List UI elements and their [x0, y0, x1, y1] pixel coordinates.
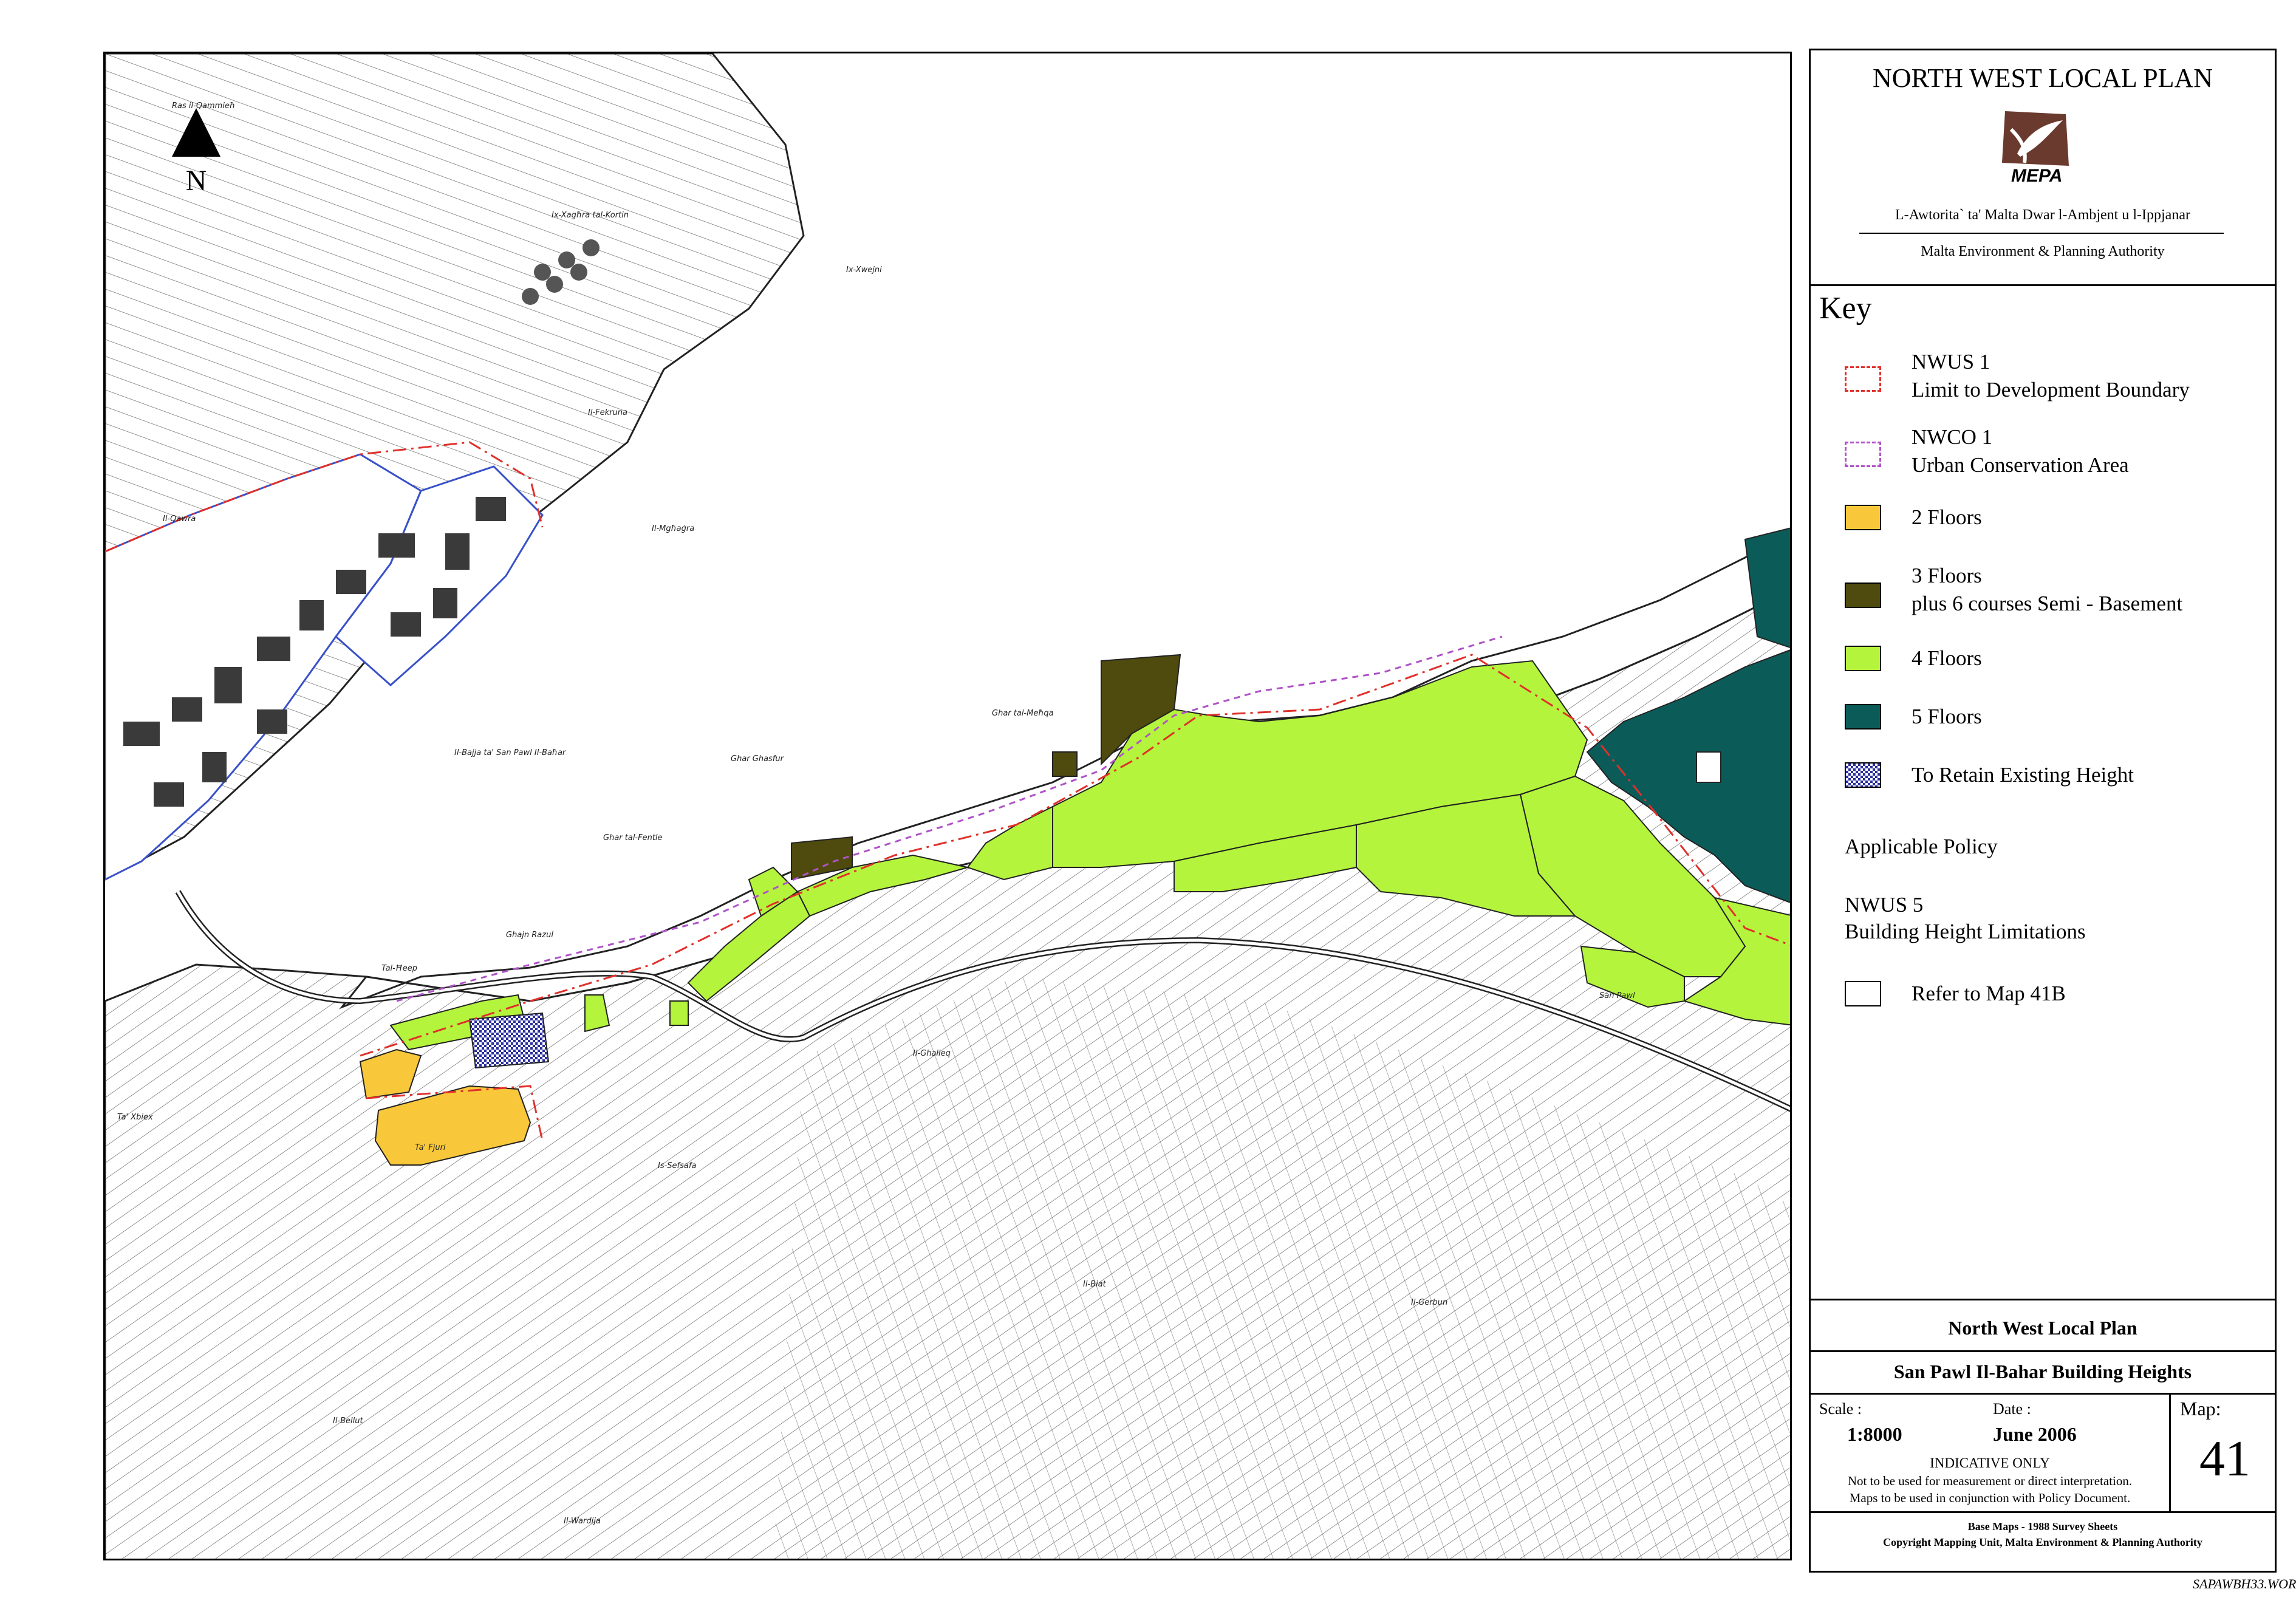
drawing-reference: SAPAWBH33.WOR: [2193, 1576, 2296, 1591]
place-label: Il-Fekruna: [588, 408, 627, 417]
measurement-note: Not to be used for measurement or direct…: [1847, 1474, 2133, 1488]
key-code: NWCO 1: [1912, 425, 1993, 449]
north-label: N: [186, 165, 207, 197]
key-label: Limit to Development Boundary: [1912, 378, 2190, 401]
place-label: Il-Qawra: [163, 514, 196, 524]
place-label: Ghar tal-Fentle: [603, 833, 663, 842]
refer-label: Refer to Map 41B: [1912, 982, 2066, 1005]
date-value: June 2006: [1993, 1423, 2077, 1445]
place-label: Ix-Xagħra tal-Kortin: [552, 211, 629, 220]
three-floors-swatch: [1845, 583, 1881, 608]
boundary-swatch: [1845, 366, 1881, 392]
authority-english: Malta Environment & Planning Authority: [1921, 244, 2165, 259]
key-code: 3 Floors: [1912, 564, 1982, 587]
divider: [1811, 1350, 2275, 1352]
map-number: 41: [2199, 1430, 2250, 1487]
two-floors-swatch: [1845, 505, 1881, 530]
place-label: Il-Wardija: [564, 1517, 601, 1526]
place-label: Il-Gerbun: [1411, 1298, 1447, 1307]
place-label: Il-Bellut: [333, 1416, 364, 1426]
five-floors-swatch: [1845, 704, 1881, 729]
retain-height-swatch: [1845, 762, 1881, 788]
policy-code: NWUS 5: [1845, 893, 1924, 917]
place-label: Ta' Xbiex: [117, 1113, 153, 1122]
place-label: Tal-Ħeep: [381, 964, 417, 973]
place-label: Ta' Fjuri: [415, 1143, 446, 1152]
policy-document-note: Maps to be used in conjunction with Poli…: [1849, 1491, 2131, 1505]
place-label: Ghajn Razul: [506, 931, 553, 940]
key-label: plus 6 courses Semi - Basement: [1912, 592, 2183, 615]
map-drawing: N Ix-Xagħra tal-Kortin Il-Bajja ta' San …: [105, 53, 1790, 1559]
key-label: 4 Floors: [1912, 646, 1982, 670]
scale-value: 1:8000: [1847, 1423, 1902, 1445]
plan-title-footer: North West Local Plan: [1948, 1317, 2137, 1339]
map-number-divider: [2169, 1393, 2171, 1511]
authority-divider: [1859, 233, 2224, 234]
place-label: Il-Bajja ta' San Pawl Il-Baħar: [454, 748, 567, 757]
place-label: Is-Sefsafa: [658, 1161, 696, 1170]
map-title: San Pawl Il-Bahar Building Heights: [1893, 1361, 2192, 1382]
date-label: Date :: [1993, 1400, 2031, 1418]
copyright-note: Copyright Mapping Unit, Malta Environmen…: [1883, 1536, 2202, 1548]
place-label: Il-Biat: [1083, 1280, 1107, 1289]
place-label: Il-Mgħaġra: [652, 524, 694, 533]
key-code: NWUS 1: [1912, 350, 1990, 374]
logo-text: MEPA: [2011, 166, 2063, 186]
conservation-swatch: [1845, 442, 1881, 467]
scale-label: Scale :: [1819, 1400, 1862, 1418]
divider: [1811, 284, 2275, 286]
key-label: 2 Floors: [1912, 505, 1982, 529]
key-label: 5 Floors: [1912, 705, 1982, 728]
policy-heading: Applicable Policy: [1845, 835, 1998, 858]
place-label: Ghar Ghasfur: [731, 754, 785, 764]
policy-label: Building Height Limitations: [1845, 920, 2086, 943]
key-heading: Key: [1819, 291, 1872, 326]
divider: [1811, 1299, 2275, 1300]
base-maps-note: Base Maps - 1988 Survey Sheets: [1967, 1520, 2118, 1532]
key-label: To Retain Existing Height: [1912, 763, 2134, 787]
refer-map-swatch: [1845, 981, 1881, 1006]
place-label: Ras il-Qammieħ: [172, 101, 235, 111]
place-label: Ix-Xwejni: [846, 265, 882, 275]
key-label: Urban Conservation Area: [1912, 453, 2129, 477]
place-label: San Pawl: [1599, 991, 1635, 1000]
map-canvas[interactable]: N Ix-Xagħra tal-Kortin Il-Bajja ta' San …: [103, 52, 1792, 1560]
authority-maltese: L-Awtorita` ta' Malta Dwar l-Ambjent u l…: [1895, 207, 2190, 223]
four-floors-swatch: [1845, 646, 1881, 671]
mepa-logo: MEPA: [1993, 105, 2078, 190]
map-label: Map:: [2180, 1398, 2221, 1420]
legend-panel: NORTH WEST LOCAL PLAN MEPA L-Awtorita` t…: [1809, 49, 2277, 1573]
plan-title: NORTH WEST LOCAL PLAN: [1873, 63, 2213, 93]
indicative-note: INDICATIVE ONLY: [1930, 1455, 2050, 1471]
divider: [1811, 1511, 2275, 1513]
place-label: Ghar tal-Meħqa: [992, 709, 1054, 718]
divider: [1811, 1393, 2275, 1395]
zone-retain-existing-height: [468, 1012, 550, 1069]
place-label: Il-Ghalleq: [913, 1049, 951, 1058]
